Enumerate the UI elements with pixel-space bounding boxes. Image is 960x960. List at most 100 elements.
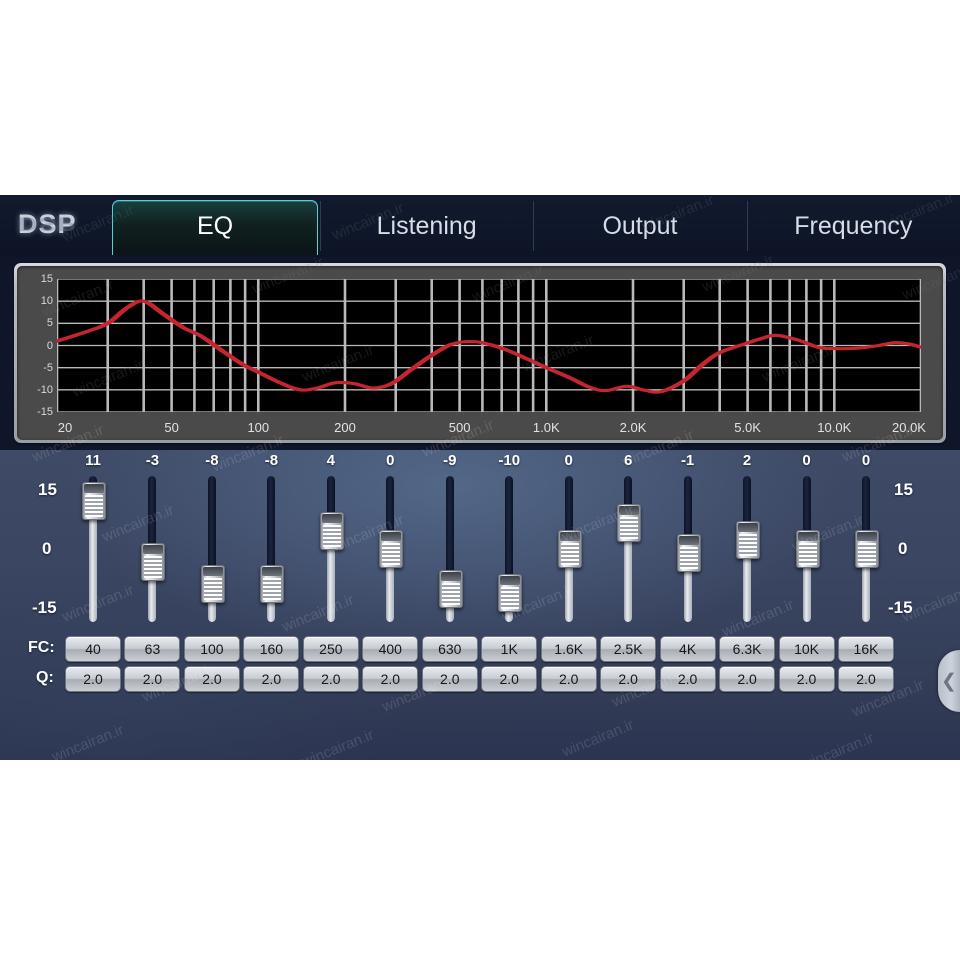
band-fc-button[interactable]: 100 — [183, 636, 240, 662]
tab-eq-label: EQ — [196, 211, 234, 240]
band-gain-slider[interactable] — [197, 476, 227, 622]
q-row-label: Q: — [36, 669, 54, 686]
band-q-button[interactable]: 2.0 — [540, 666, 597, 692]
band-sliders — [0, 476, 960, 622]
band-q-button[interactable]: 2.0 — [481, 666, 538, 692]
band-q-button[interactable]: 2.0 — [719, 666, 776, 692]
band-gain-slider[interactable] — [375, 476, 405, 622]
band-gain-value: -8 — [264, 452, 279, 469]
dsp-logo-reflection: DSP — [18, 213, 77, 235]
eq-graph-y-tick: -5 — [43, 361, 53, 374]
band-fc-button[interactable]: 160 — [243, 636, 300, 662]
band-fc-button[interactable]: 4K — [659, 636, 716, 662]
chevron-left-icon: ❮ — [941, 670, 957, 692]
slider-thumb-cap — [797, 532, 818, 541]
band-q-button[interactable]: 2.0 — [600, 666, 657, 692]
dsp-app-window: DSP DSP EQ Listening Output Frequency 15… — [0, 195, 960, 760]
band-q-button[interactable]: 2.0 — [183, 666, 240, 692]
band-gain-slider[interactable] — [613, 476, 643, 622]
slider-thumb[interactable] — [438, 569, 463, 608]
slider-thumb[interactable] — [736, 521, 761, 560]
slider-thumb-cap — [262, 567, 283, 577]
slider-thumb-cap — [143, 545, 164, 555]
slider-thumb-ribs — [620, 516, 639, 539]
band-fc-button[interactable]: 10K — [778, 636, 835, 662]
slider-thumb[interactable] — [141, 543, 166, 582]
band-q-button[interactable]: 2.0 — [65, 666, 121, 692]
band-fc-button[interactable]: 630 — [421, 636, 478, 662]
slider-thumb-ribs — [858, 543, 876, 565]
eq-curve-svg — [57, 279, 921, 412]
slider-thumb-ribs — [501, 587, 520, 609]
band-gain-value: -9 — [443, 452, 457, 469]
eq-graph-x-tick: 5.0K — [734, 420, 761, 435]
band-gain-value: 0 — [802, 452, 811, 469]
band-q-button[interactable]: 2.0 — [243, 666, 300, 692]
slider-thumb[interactable] — [557, 530, 582, 568]
slider-thumb-ribs — [322, 525, 341, 548]
band-fc-button[interactable]: 16K — [838, 636, 894, 662]
tab-eq[interactable]: EQ — [110, 195, 320, 257]
eq-graph-x-tick: 50 — [164, 420, 179, 435]
band-fc-button[interactable]: 1.6K — [540, 636, 597, 662]
band-gain-value: -3 — [145, 452, 160, 469]
tab-output[interactable]: Output — [533, 195, 746, 257]
slider-thumb-ribs — [798, 543, 817, 565]
band-gain-slider[interactable] — [792, 476, 822, 622]
slider-thumb[interactable] — [855, 530, 879, 568]
band-q-button[interactable]: 2.0 — [302, 666, 359, 692]
tab-listening-label: Listening — [376, 211, 477, 240]
slider-thumb[interactable] — [617, 503, 642, 542]
slider-thumb[interactable] — [260, 565, 285, 604]
band-gain-slider[interactable] — [494, 476, 524, 622]
slider-thumb[interactable] — [498, 574, 523, 612]
eq-graph-x-tick: 20.0K — [892, 420, 926, 435]
tab-listening[interactable]: Listening — [320, 195, 533, 257]
band-fc-button[interactable]: 2.5K — [600, 636, 657, 662]
band-gain-slider[interactable] — [851, 476, 881, 622]
eq-graph-y-tick: 5 — [46, 317, 53, 330]
band-fc-button[interactable]: 40 — [65, 636, 121, 662]
band-gain-slider[interactable] — [316, 476, 346, 622]
fc-row-label: FC: — [28, 639, 55, 656]
panel-collapse-handle[interactable]: ❮ — [938, 650, 960, 712]
band-fc-button[interactable]: 1K — [481, 636, 538, 662]
eq-graph-y-tick: -10 — [37, 383, 53, 396]
band-q-button[interactable]: 2.0 — [838, 666, 894, 692]
band-gain-slider[interactable] — [554, 476, 584, 622]
band-fc-button[interactable]: 400 — [362, 636, 419, 662]
eq-graph-plot-area[interactable] — [57, 279, 921, 412]
eq-graph-x-tick: 2.0K — [619, 420, 647, 435]
slider-thumb[interactable] — [795, 530, 820, 568]
band-gain-slider[interactable] — [673, 476, 703, 622]
band-q-button[interactable]: 2.0 — [778, 666, 835, 692]
slider-thumb-cap — [381, 532, 402, 541]
slider-thumb[interactable] — [200, 565, 225, 604]
band-gain-slider[interactable] — [78, 476, 108, 622]
eq-response-curve — [57, 299, 921, 394]
slider-thumb[interactable] — [319, 512, 344, 551]
band-gain-slider[interactable] — [137, 476, 167, 622]
tab-frequency-label: Frequency — [794, 211, 913, 240]
slider-thumb[interactable] — [379, 530, 404, 568]
band-q-button[interactable]: 2.0 — [124, 666, 181, 692]
tab-frequency[interactable]: Frequency — [746, 195, 960, 257]
band-gain-slider[interactable] — [435, 476, 465, 622]
slider-thumb-cap — [202, 567, 223, 577]
slider-thumb[interactable] — [676, 534, 701, 573]
slider-thumb-cap — [440, 571, 461, 581]
band-gain-slider[interactable] — [256, 476, 286, 622]
band-fc-button[interactable]: 63 — [124, 636, 181, 662]
band-fc-button[interactable]: 6.3K — [719, 636, 776, 662]
band-fc-button[interactable]: 250 — [302, 636, 359, 662]
band-gain-value: -8 — [205, 452, 219, 469]
band-gain-slider[interactable] — [732, 476, 762, 622]
band-gain-value: 0 — [386, 452, 395, 469]
slider-thumb[interactable] — [82, 481, 106, 520]
eq-graph-x-tick: 500 — [448, 420, 471, 435]
slider-track[interactable] — [624, 476, 633, 622]
band-q-button[interactable]: 2.0 — [421, 666, 478, 692]
slider-thumb-cap — [321, 514, 342, 524]
band-q-button[interactable]: 2.0 — [659, 666, 716, 692]
band-q-button[interactable]: 2.0 — [362, 666, 419, 692]
